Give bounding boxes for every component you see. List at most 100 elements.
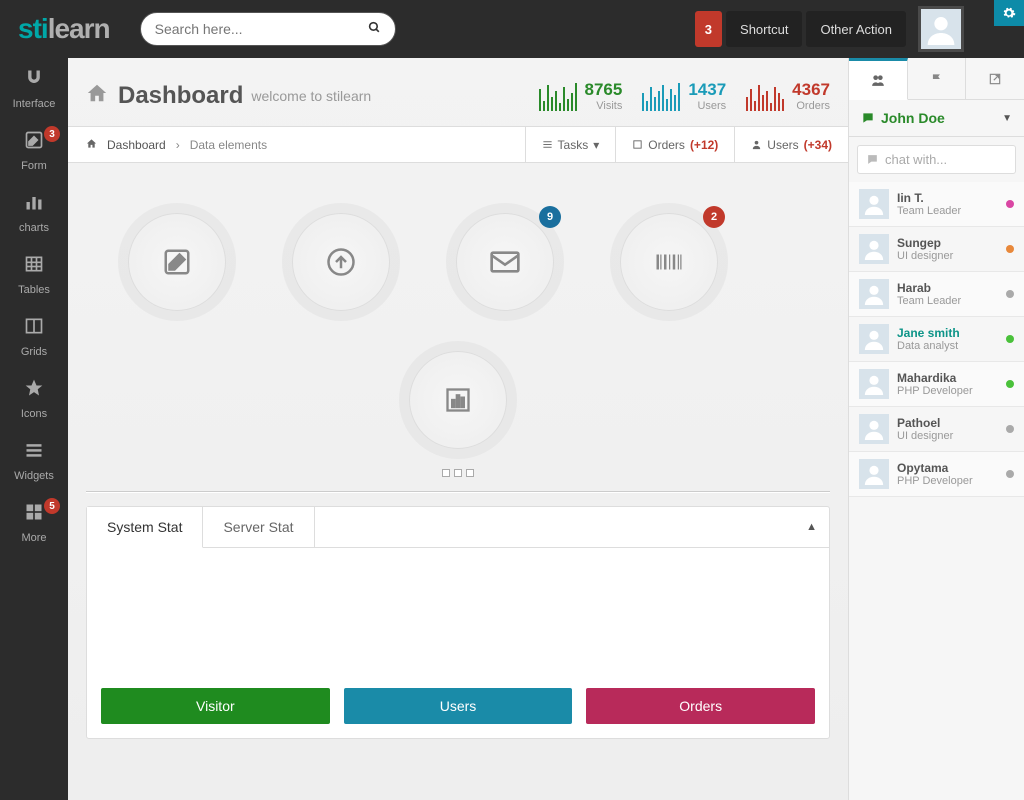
other-action-button[interactable]: Other Action [806, 11, 906, 47]
breadcrumb-row: Dashboard › Data elements Tasks ▾ Orders… [68, 127, 848, 163]
tasks-dropdown[interactable]: Tasks ▾ [525, 127, 616, 162]
sidebar-item-label: Widgets [14, 470, 54, 482]
gear-icon[interactable] [994, 0, 1024, 26]
shortcut-chart[interactable] [409, 351, 507, 449]
sidebar-item-icons[interactable]: Icons [0, 368, 68, 430]
sidebar-item-form[interactable]: 3 Form [0, 120, 68, 182]
contact-name: Jane smith [897, 326, 998, 340]
sidebar-item-label: More [21, 532, 46, 544]
stat-number: 8765 [585, 80, 623, 100]
stats-panel: System Stat Server Stat ▲ Visitor Users … [86, 506, 830, 739]
carousel-dots[interactable] [68, 469, 848, 485]
grid-icon [24, 502, 44, 528]
avatar [859, 459, 889, 489]
sparkline-icon [539, 81, 577, 111]
tab-server-stat[interactable]: Server Stat [203, 507, 314, 547]
breadcrumb-home[interactable]: Dashboard [107, 138, 166, 152]
avatar[interactable] [918, 6, 964, 52]
status-dot [1006, 200, 1014, 208]
caret-down-icon: ▾ [593, 138, 599, 152]
table-icon [24, 254, 44, 280]
status-dot [1006, 425, 1014, 433]
status-dot [1006, 245, 1014, 253]
chat-input[interactable]: chat with... [857, 145, 1016, 174]
stat-visits: 8765Visits [539, 80, 623, 112]
sidebar-item-widgets[interactable]: Widgets [0, 430, 68, 492]
collapse-icon[interactable]: ▲ [806, 521, 817, 533]
rtab-flag[interactable] [908, 58, 967, 99]
tab-system-stat[interactable]: System Stat [87, 507, 203, 548]
avatar [859, 189, 889, 219]
contact-info: Pathoel UI designer [897, 416, 998, 442]
home-icon [86, 138, 97, 152]
rtab-contacts[interactable] [849, 58, 908, 100]
shortcut-mail[interactable]: 9 [456, 213, 554, 311]
contact-item[interactable]: Opytama PHP Developer [849, 452, 1024, 497]
users-link[interactable]: Users (+34) [734, 127, 848, 162]
contact-list: Iin T. Team Leader Sungep UI designer Ha… [849, 182, 1024, 497]
rtab-external[interactable] [966, 58, 1024, 99]
sidebar-item-charts[interactable]: charts [0, 182, 68, 244]
shortcut-button[interactable]: Shortcut [726, 11, 802, 47]
chat-user-name: John Doe [881, 110, 945, 126]
title-stats: 8765Visits 1437Users 4367Orders [539, 80, 830, 112]
left-sidebar: Interface 3 Form charts Tables Grids Ico… [0, 58, 68, 800]
contact-name: Harab [897, 281, 998, 295]
stat-label: Visits [585, 100, 623, 112]
contact-item[interactable]: Iin T. Team Leader [849, 182, 1024, 227]
page-title: Dashboard [118, 82, 243, 110]
sidebar-item-interface[interactable]: Interface [0, 58, 68, 120]
chat-user-header[interactable]: John Doe ▼ [849, 100, 1024, 137]
right-sidebar: John Doe ▼ chat with... Iin T. Team Lead… [848, 58, 1024, 800]
separator [86, 491, 830, 492]
contact-item[interactable]: Mahardika PHP Developer [849, 362, 1024, 407]
notification-badge[interactable]: 3 [695, 11, 722, 47]
stat-orders: 4367Orders [746, 80, 830, 112]
orders-link[interactable]: Orders (+12) [615, 127, 734, 162]
avatar [859, 234, 889, 264]
shortcut-compose[interactable] [128, 213, 226, 311]
page-subtitle: welcome to stilearn [251, 88, 371, 104]
contact-role: PHP Developer [897, 385, 998, 397]
contact-item[interactable]: Sungep UI designer [849, 227, 1024, 272]
tab-header: System Stat Server Stat ▲ [87, 507, 829, 548]
sparkline-icon [642, 81, 680, 111]
sidebar-item-label: Interface [13, 98, 56, 110]
sidebar-item-more[interactable]: 5 More [0, 492, 68, 554]
home-icon [86, 82, 108, 110]
contact-item[interactable]: Harab Team Leader [849, 272, 1024, 317]
chat-placeholder: chat with... [885, 152, 947, 167]
star-icon [24, 378, 44, 404]
contact-name: Opytama [897, 461, 998, 475]
right-tabs [849, 58, 1024, 100]
sidebar-item-label: Tables [18, 284, 50, 296]
search-input[interactable] [155, 21, 368, 37]
sidebar-item-tables[interactable]: Tables [0, 244, 68, 306]
contact-info: Harab Team Leader [897, 281, 998, 307]
visitor-button[interactable]: Visitor [101, 688, 330, 724]
sidebar-item-label: Form [21, 160, 47, 172]
contact-role: UI designer [897, 250, 998, 262]
breadcrumb: Dashboard › Data elements [68, 138, 525, 152]
contact-role: UI designer [897, 430, 998, 442]
logo-part1: sti [18, 13, 48, 44]
contact-name: Sungep [897, 236, 998, 250]
shortcut-upload[interactable] [292, 213, 390, 311]
bar-icon [24, 192, 44, 218]
contact-info: Opytama PHP Developer [897, 461, 998, 487]
contact-info: Iin T. Team Leader [897, 191, 998, 217]
tab-buttons: Visitor Users Orders [87, 678, 829, 738]
shortcut-barcode[interactable]: 2 [620, 213, 718, 311]
users-button[interactable]: Users [344, 688, 573, 724]
contact-name: Mahardika [897, 371, 998, 385]
orders-label: Orders [648, 138, 685, 152]
sidebar-item-label: Grids [21, 346, 47, 358]
orders-button[interactable]: Orders [586, 688, 815, 724]
search-box[interactable] [140, 12, 396, 46]
logo[interactable]: stilearn [18, 13, 110, 45]
sidebar-item-grids[interactable]: Grids [0, 306, 68, 368]
search-icon[interactable] [368, 21, 381, 37]
shortcut-circles-row2 [68, 321, 848, 469]
contact-item[interactable]: Pathoel UI designer [849, 407, 1024, 452]
contact-item[interactable]: Jane smith Data analyst [849, 317, 1024, 362]
